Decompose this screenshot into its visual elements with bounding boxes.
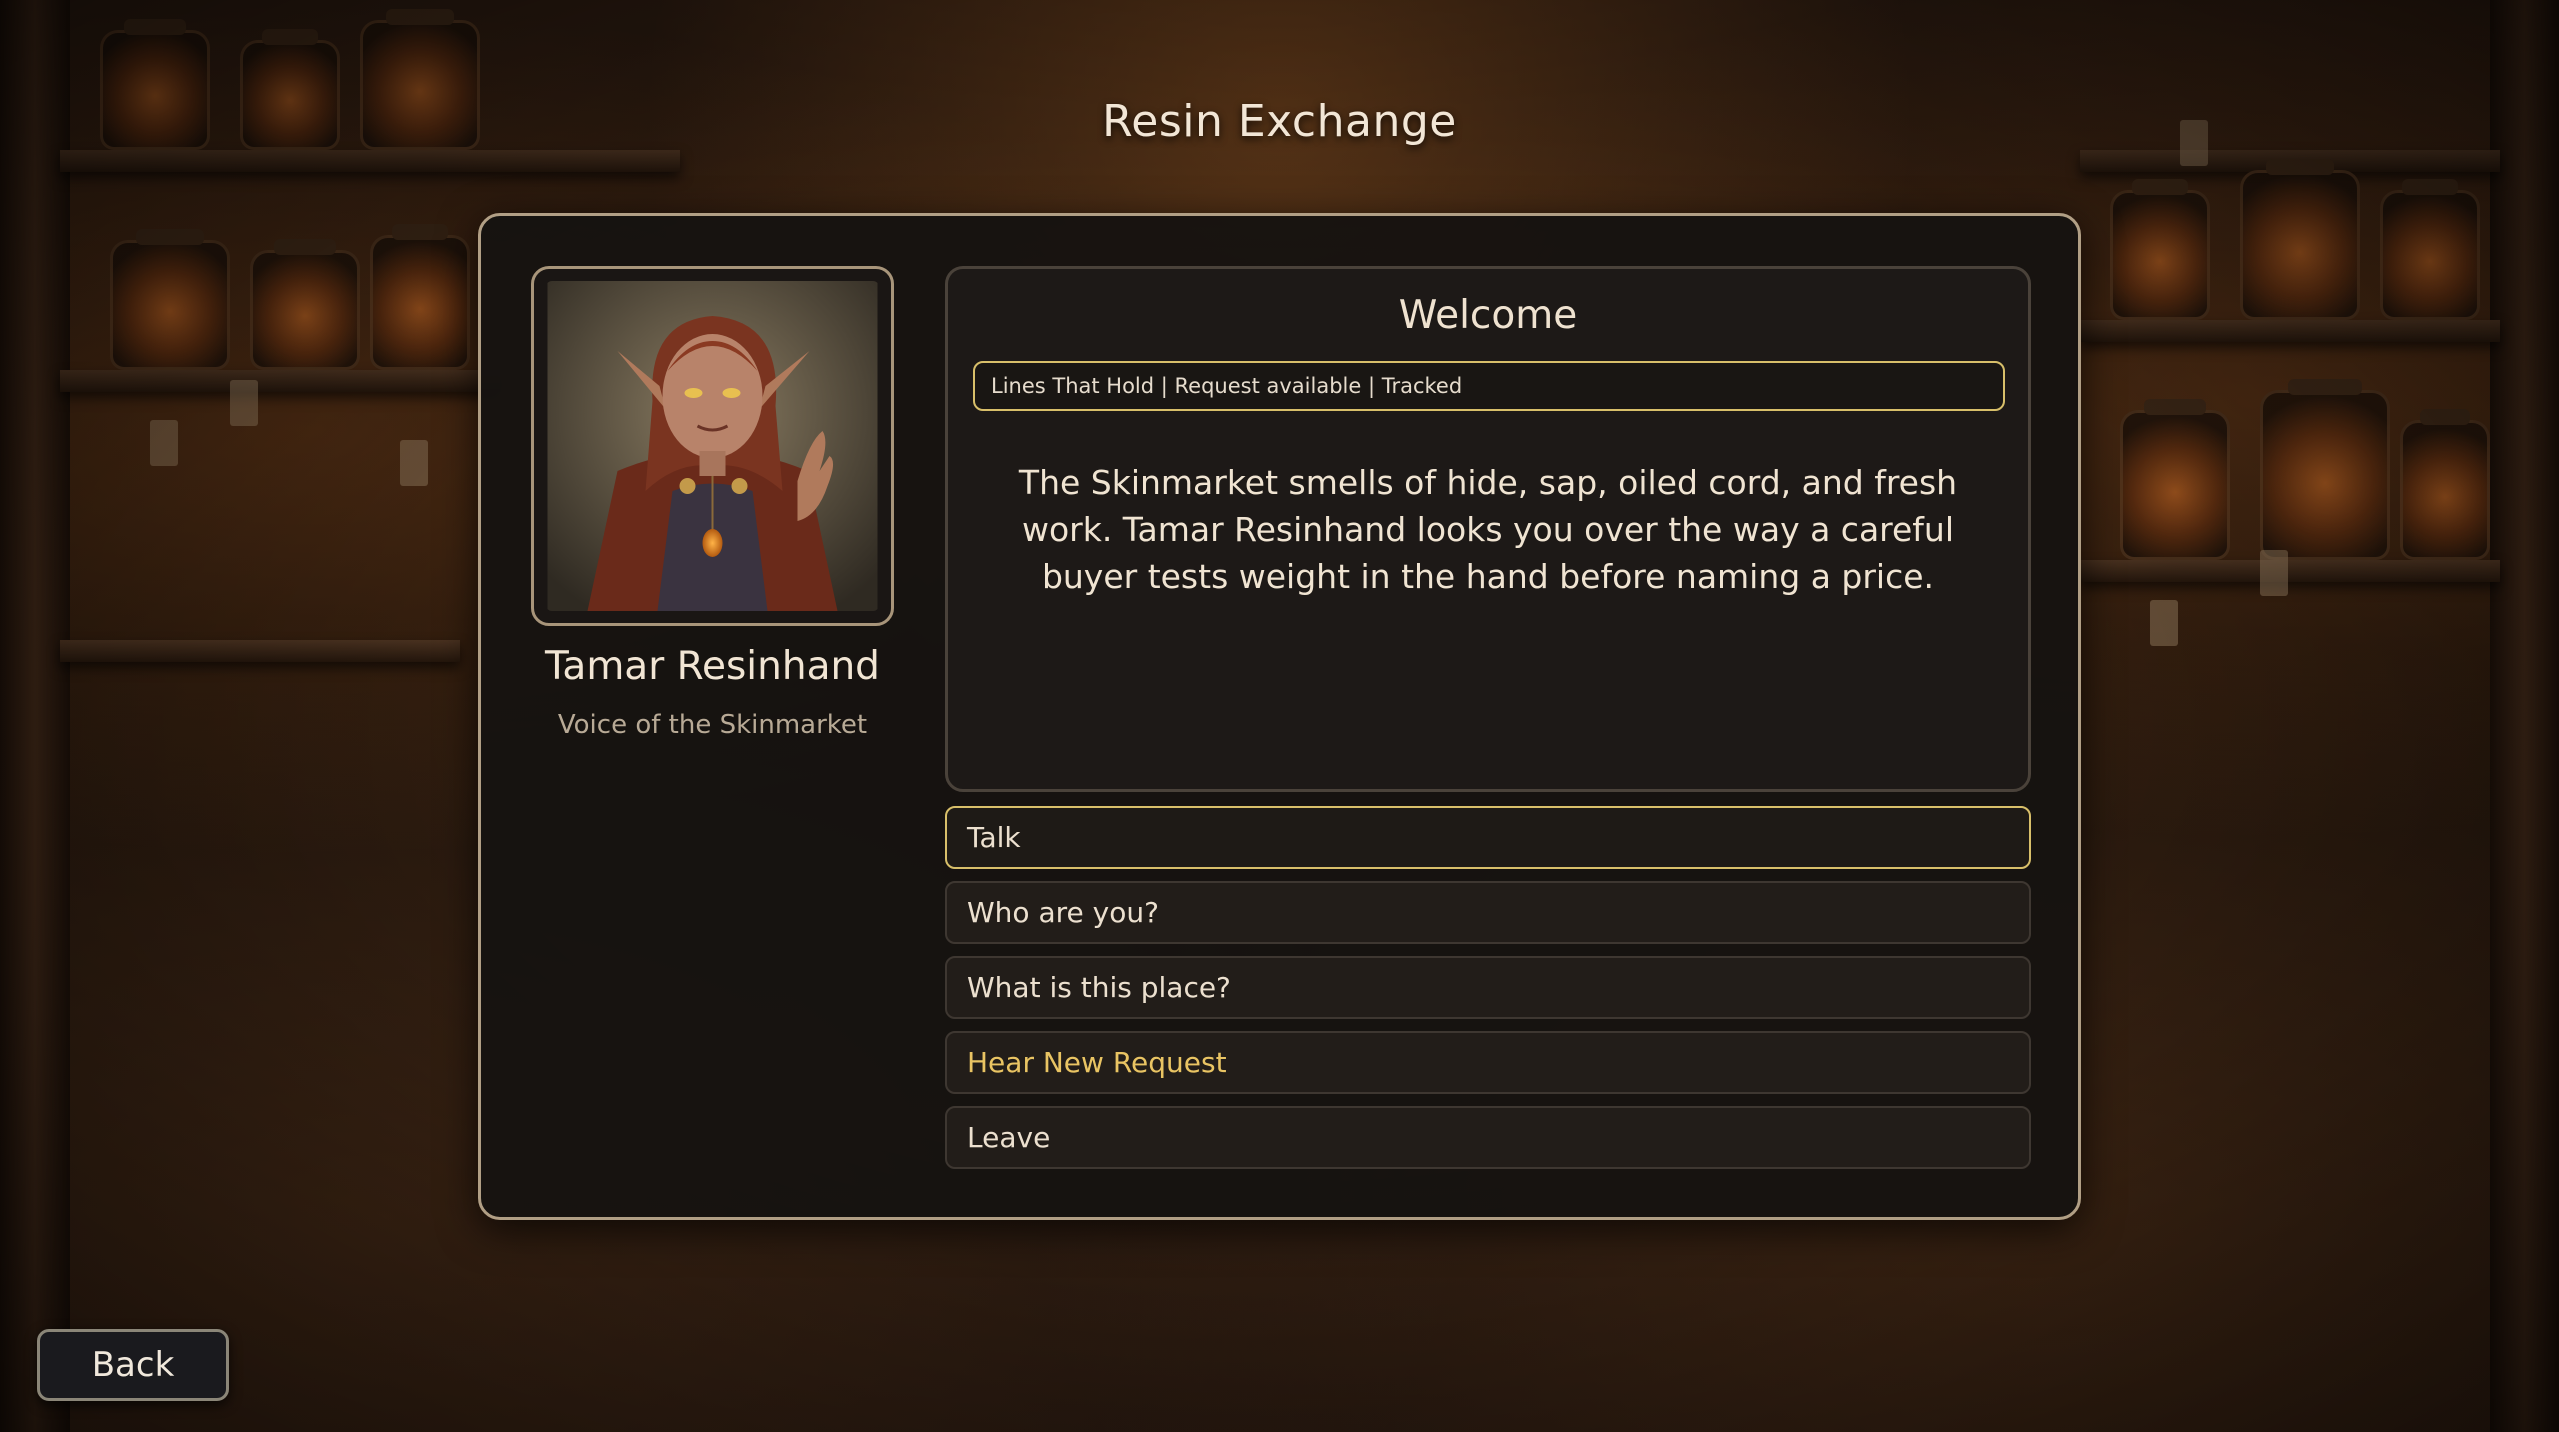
- jar: [2110, 179, 2210, 320]
- option-what-is-this-place[interactable]: What is this place?: [945, 956, 2031, 1019]
- hanging-tag: [400, 440, 428, 486]
- npc-title: Voice of the Skinmarket: [557, 710, 868, 740]
- jar: [2260, 379, 2390, 560]
- hanging-tag: [230, 380, 258, 426]
- wooden-post: [0, 0, 70, 1432]
- jar: [2240, 159, 2360, 320]
- dialog-text-box: Welcome Lines That Hold | Request availa…: [945, 266, 2031, 792]
- option-hear-new-request[interactable]: Hear New Request: [945, 1031, 2031, 1094]
- dialog-narration: The Skinmarket smells of hide, sap, oile…: [1018, 463, 1958, 596]
- shelf: [2080, 320, 2500, 342]
- shelf: [60, 640, 460, 662]
- npc-portrait-frame: [531, 266, 894, 626]
- quest-status-line: Lines That Hold | Request available | Tr…: [973, 361, 2005, 411]
- shelf: [60, 150, 680, 172]
- dialog-heading: Welcome: [1398, 293, 1578, 338]
- jar: [110, 229, 230, 370]
- dialog-panel: Tamar Resinhand Voice of the Skinmarket …: [478, 213, 2081, 1220]
- hanging-tag: [2260, 550, 2288, 596]
- option-leave[interactable]: Leave: [945, 1106, 2031, 1169]
- jar: [370, 224, 470, 370]
- elf-merchant-portrait: [547, 281, 878, 611]
- shelf: [60, 370, 500, 392]
- game-screen: Resin Exchange Tamar Resinhand Voice of …: [0, 0, 2559, 1432]
- jar: [250, 239, 360, 370]
- option-talk[interactable]: Talk: [945, 806, 2031, 869]
- back-button[interactable]: Back: [37, 1329, 229, 1401]
- hanging-tag: [2150, 600, 2178, 646]
- jar: [2120, 399, 2230, 560]
- option-who-are-you[interactable]: Who are you?: [945, 881, 2031, 944]
- screen-title: Resin Exchange: [1102, 96, 1457, 147]
- jar: [2400, 409, 2490, 560]
- npc-name: Tamar Resinhand: [545, 644, 880, 689]
- jar: [2380, 179, 2480, 320]
- hanging-tag: [150, 420, 178, 466]
- wooden-post: [2490, 0, 2559, 1432]
- shelf: [2080, 560, 2500, 582]
